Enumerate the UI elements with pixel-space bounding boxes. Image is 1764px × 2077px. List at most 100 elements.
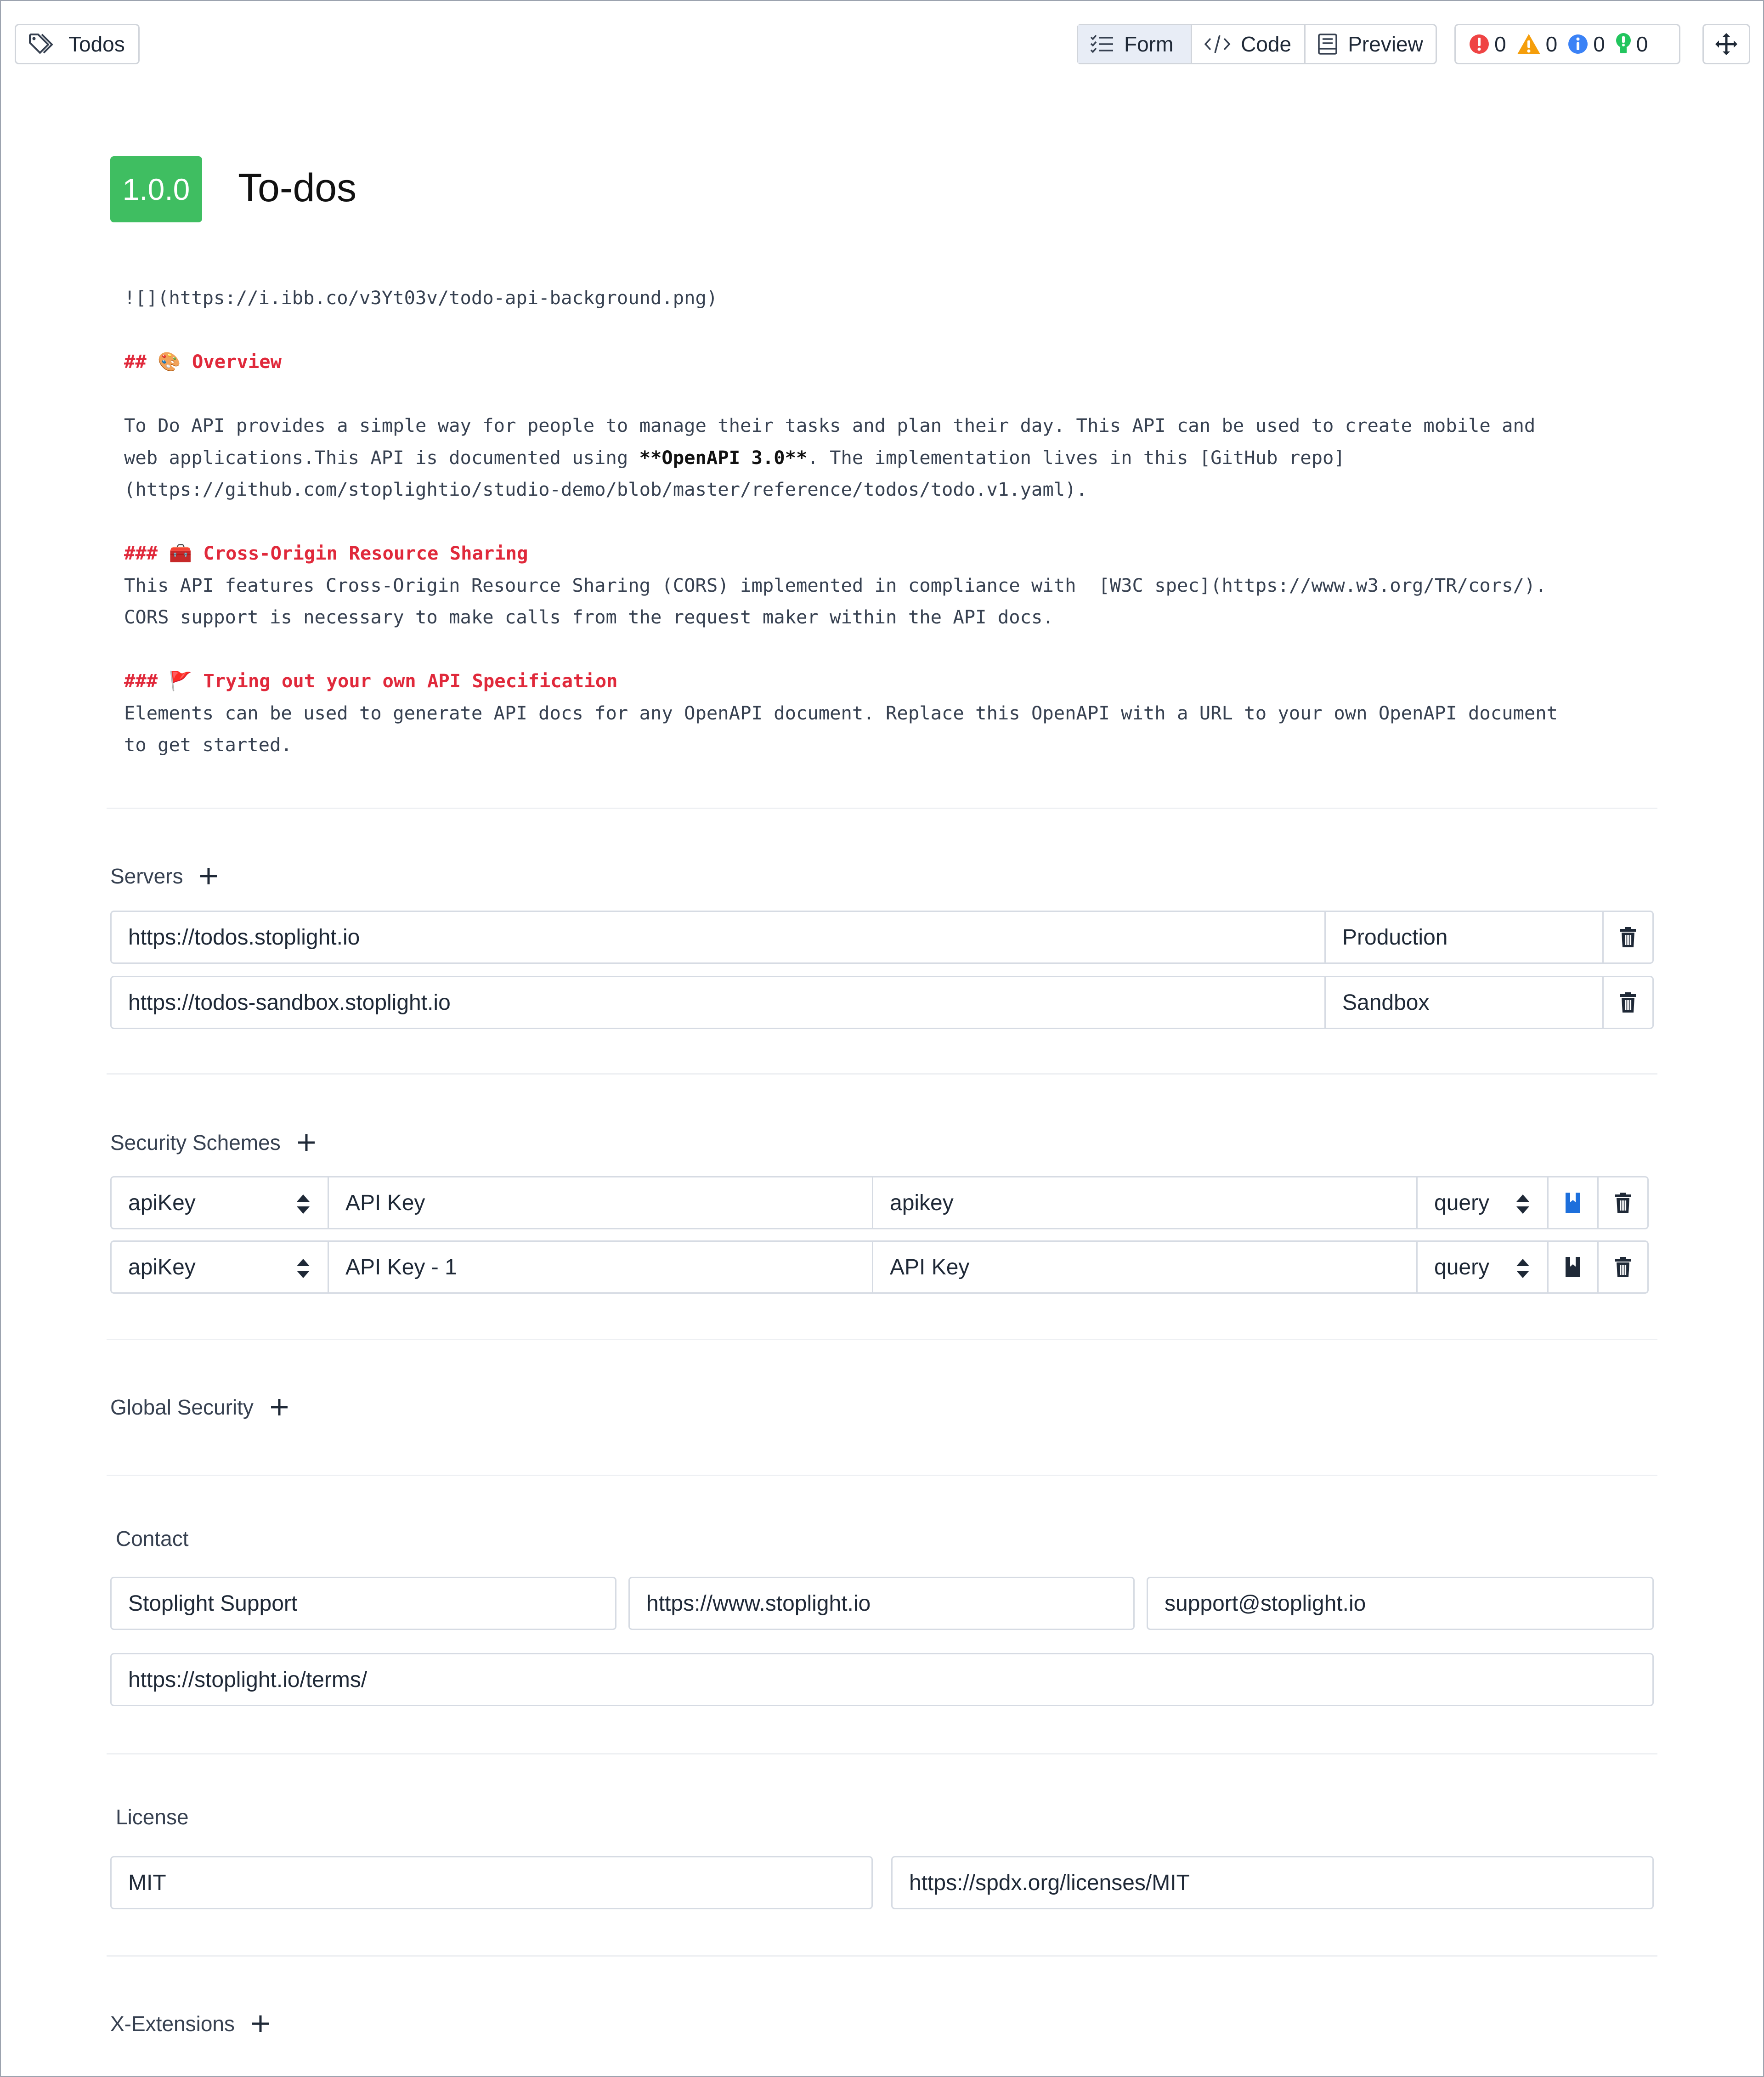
tab-code-label: Code xyxy=(1241,32,1292,56)
expand-button[interactable] xyxy=(1702,24,1750,64)
license-name-input[interactable]: MIT xyxy=(110,1856,873,1909)
scheme-name-input[interactable]: API Key xyxy=(328,1176,873,1229)
desc-own-heading: ### 🚩 Trying out your own API Specificat… xyxy=(124,670,618,692)
select-updown-icon xyxy=(297,1194,310,1214)
security-scheme-row: apiKey API Key - 1 API Key query xyxy=(110,1240,1654,1294)
bookmark-icon xyxy=(1566,1257,1580,1277)
view-mode-switcher: Form Code Preview xyxy=(1077,24,1437,64)
desc-image-line: ![](https://i.ibb.co/v3Yt03v/todo-api-ba… xyxy=(124,287,718,309)
diagnostics-button[interactable]: 0 0 0 0 xyxy=(1454,24,1680,64)
desc-overview-bold: **OpenAPI 3.0** xyxy=(639,446,808,469)
error-count: 0 xyxy=(1494,32,1506,56)
contact-name-input[interactable]: Stoplight Support xyxy=(110,1577,616,1630)
info-count: 0 xyxy=(1593,32,1605,56)
desc-overview-line-2c: . The implementation lives in this [GitH… xyxy=(807,446,1345,469)
license-section-title: License xyxy=(116,1805,189,1829)
contact-url-input[interactable]: https://www.stoplight.io xyxy=(628,1577,1135,1630)
extensions-label: X-Extensions xyxy=(110,2012,235,2036)
error-icon xyxy=(1470,34,1489,54)
desc-own-line-2: to get started. xyxy=(124,734,292,756)
tag-icon xyxy=(29,34,53,54)
move-arrows-icon xyxy=(1715,33,1737,55)
security-schemes-section-title: Security Schemes xyxy=(110,1130,316,1155)
trash-icon xyxy=(1615,1257,1631,1277)
contact-row: Stoplight Support https://www.stoplight.… xyxy=(110,1577,1654,1630)
divider xyxy=(107,1073,1657,1075)
trash-icon xyxy=(1615,1193,1631,1213)
add-server-icon[interactable] xyxy=(199,867,218,885)
terms-of-service-input[interactable]: https://stoplight.io/terms/ xyxy=(110,1653,1654,1706)
delete-server-button[interactable] xyxy=(1602,976,1654,1029)
desc-overview-line-3: (https://github.com/stoplightio/studio-d… xyxy=(124,478,1087,500)
security-scheme-row: apiKey API Key apikey query xyxy=(110,1176,1654,1229)
tab-form-label: Form xyxy=(1124,32,1174,56)
divider xyxy=(107,1475,1657,1476)
delete-server-button[interactable] xyxy=(1602,911,1654,964)
trash-icon xyxy=(1620,927,1636,947)
scheme-type-select[interactable]: apiKey xyxy=(110,1176,329,1229)
scheme-in-select[interactable]: query xyxy=(1416,1240,1549,1294)
description-editor[interactable]: ![](https://i.ibb.co/v3Yt03v/todo-api-ba… xyxy=(124,282,1649,761)
server-row: https://todos-sandbox.stoplight.io Sandb… xyxy=(110,976,1654,1029)
trash-icon xyxy=(1620,992,1636,1013)
scheme-bookmark-button[interactable] xyxy=(1547,1240,1599,1294)
scheme-key-input[interactable]: API Key xyxy=(872,1240,1418,1294)
desc-own-line-1: Elements can be used to generate API doc… xyxy=(124,702,1558,724)
tab-form[interactable]: Form xyxy=(1078,25,1191,63)
scheme-type-value: apiKey xyxy=(128,1255,196,1279)
add-security-scheme-icon[interactable] xyxy=(297,1133,316,1152)
global-security-label: Global Security xyxy=(110,1395,254,1419)
divider xyxy=(107,1339,1657,1340)
license-url-input[interactable]: https://spdx.org/licenses/MIT xyxy=(891,1856,1654,1909)
list-check-icon xyxy=(1090,34,1113,53)
scheme-in-select[interactable]: query xyxy=(1416,1176,1549,1229)
scheme-key-input[interactable]: apikey xyxy=(872,1176,1418,1229)
scheme-type-value: apiKey xyxy=(128,1190,196,1215)
tag-button[interactable]: Todos xyxy=(15,24,140,64)
divider xyxy=(107,808,1657,809)
tab-preview[interactable]: Preview xyxy=(1304,25,1436,63)
tab-preview-label: Preview xyxy=(1348,32,1423,56)
server-name-input[interactable]: Sandbox xyxy=(1324,976,1604,1029)
select-updown-icon xyxy=(297,1259,310,1278)
contact-email-input[interactable]: support@stoplight.io xyxy=(1147,1577,1654,1630)
desc-cors-line-2: CORS support is necessary to make calls … xyxy=(124,606,1054,628)
security-schemes-label: Security Schemes xyxy=(110,1131,281,1155)
scheme-name-input[interactable]: API Key - 1 xyxy=(328,1240,873,1294)
api-title[interactable]: To-dos xyxy=(238,165,356,211)
add-extension-icon[interactable] xyxy=(251,2015,270,2033)
server-url-input[interactable]: https://todos.stoplight.io xyxy=(110,911,1326,964)
desc-overview-line-1: To Do API provides a simple way for peop… xyxy=(124,414,1536,436)
warning-count: 0 xyxy=(1545,32,1558,56)
warning-icon xyxy=(1517,34,1540,54)
code-icon xyxy=(1204,35,1231,53)
scheme-in-value: query xyxy=(1434,1255,1490,1279)
contact-terms-row: https://stoplight.io/terms/ xyxy=(110,1653,1654,1706)
book-icon xyxy=(1318,34,1337,55)
hint-icon xyxy=(1616,33,1631,53)
global-security-section-title: Global Security xyxy=(110,1395,288,1420)
select-updown-icon xyxy=(1516,1194,1529,1214)
tab-code[interactable]: Code xyxy=(1191,25,1304,63)
servers-label: Servers xyxy=(110,864,183,888)
delete-scheme-button[interactable] xyxy=(1597,1176,1649,1229)
hint-count: 0 xyxy=(1636,32,1648,56)
bookmark-icon xyxy=(1566,1193,1580,1213)
desc-overview-line-2a: web applications.This API is documented … xyxy=(124,446,639,469)
contact-section-title: Contact xyxy=(116,1527,189,1551)
delete-scheme-button[interactable] xyxy=(1597,1240,1649,1294)
servers-section-title: Servers xyxy=(110,864,218,889)
desc-overview-heading: ## 🎨 Overview xyxy=(124,351,282,373)
version-badge[interactable]: 1.0.0 xyxy=(110,156,202,222)
server-row: https://todos.stoplight.io Production xyxy=(110,911,1654,964)
server-url-input[interactable]: https://todos-sandbox.stoplight.io xyxy=(110,976,1326,1029)
scheme-bookmark-button[interactable] xyxy=(1547,1176,1599,1229)
select-updown-icon xyxy=(1516,1259,1529,1278)
divider xyxy=(107,1955,1657,1957)
scheme-type-select[interactable]: apiKey xyxy=(110,1240,329,1294)
server-name-input[interactable]: Production xyxy=(1324,911,1604,964)
desc-cors-line-1: This API features Cross-Origin Resource … xyxy=(124,574,1547,596)
license-row: MIT https://spdx.org/licenses/MIT xyxy=(110,1856,1654,1909)
add-global-security-icon[interactable] xyxy=(270,1398,288,1416)
tag-label: Todos xyxy=(68,32,125,56)
